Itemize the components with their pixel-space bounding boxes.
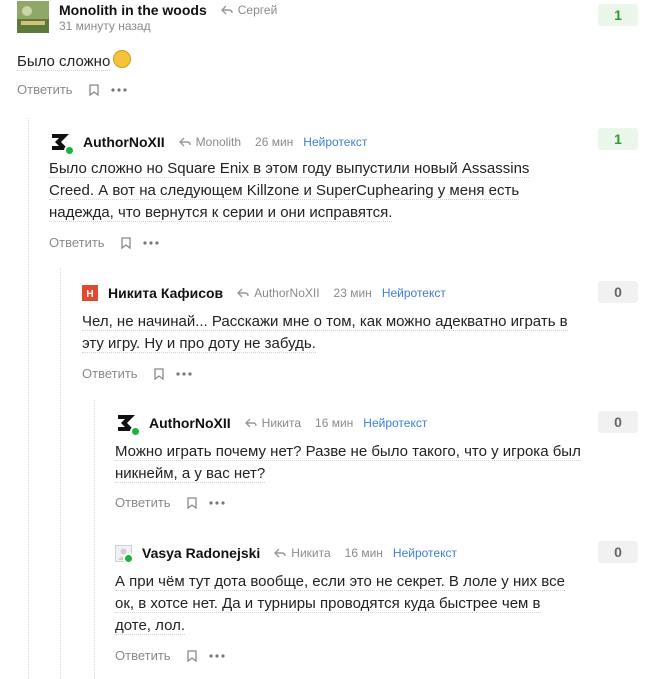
reply-arrow-icon <box>178 137 191 147</box>
letter-avatar-icon: Н <box>82 285 98 301</box>
bookmark-icon[interactable] <box>153 367 164 380</box>
comment-time: 23 мин <box>333 286 372 300</box>
comment-text: Было сложно но Square Enix в этом году в… <box>49 160 530 222</box>
reply-button[interactable]: Ответить <box>115 495 171 510</box>
comment-time: 16 мин <box>315 416 354 430</box>
reply-arrow-icon <box>237 288 249 298</box>
neurotext-badge[interactable]: Нейротекст <box>363 416 427 430</box>
comment-actions: Ответить <box>17 82 127 97</box>
avatar[interactable] <box>115 544 134 564</box>
comment-header: Vasya Radonejski Никита 16 мин Нейротекс… <box>115 542 457 564</box>
comment-score[interactable]: 0 <box>598 281 638 303</box>
reply-to[interactable]: Никита <box>274 546 331 560</box>
bookmark-icon[interactable] <box>186 649 197 662</box>
avatar[interactable] <box>49 130 75 156</box>
comment-text: Чел, не начинай... Расскажи мне о том, к… <box>82 313 568 353</box>
comment-actions: Ответить <box>115 648 225 663</box>
comment-score[interactable]: 0 <box>598 411 638 433</box>
reply-to[interactable]: Monolith <box>178 135 241 149</box>
comment-time: 16 мин <box>344 546 383 560</box>
reply-to[interactable]: AuthorNoXII <box>237 286 320 300</box>
bookmark-icon[interactable] <box>120 236 131 249</box>
reply-button[interactable]: Ответить <box>17 82 73 97</box>
more-dots-icon[interactable] <box>110 87 127 92</box>
avatar[interactable] <box>115 411 141 437</box>
comment-score[interactable]: 1 <box>598 4 638 26</box>
author-name[interactable]: AuthorNoXII <box>83 134 165 150</box>
more-dots-icon[interactable] <box>142 240 159 245</box>
reply-to[interactable]: Сергей <box>220 3 277 17</box>
author-name[interactable]: Monolith in the woods <box>59 2 207 18</box>
comment-text: Было сложно <box>17 50 577 73</box>
thread-line <box>28 118 29 679</box>
neurotext-badge[interactable]: Нейротекст <box>382 286 446 300</box>
reply-button[interactable]: Ответить <box>49 235 105 250</box>
bookmark-icon[interactable] <box>186 496 197 509</box>
bookmark-icon[interactable] <box>88 83 99 96</box>
laughing-emoji-icon <box>113 50 132 68</box>
avatar[interactable]: Н <box>82 285 98 301</box>
more-dots-icon[interactable] <box>208 500 225 505</box>
online-dot <box>64 145 75 156</box>
thread-line <box>94 400 95 679</box>
comment-text: А при чём тут дота вообще, если это не с… <box>115 573 565 635</box>
reply-arrow-icon <box>220 5 233 14</box>
comment-header: Н Никита Кафисов AuthorNoXII 23 мин Нейр… <box>82 282 446 304</box>
comment-actions: Ответить <box>49 235 159 250</box>
online-dot <box>130 426 141 437</box>
author-name[interactable]: Vasya Radonejski <box>142 545 260 561</box>
author-name[interactable]: Никита Кафисов <box>108 285 223 301</box>
comment-header: AuthorNoXII Никита 16 мин Нейротекст <box>115 411 427 437</box>
comment-time: 26 мин <box>255 135 294 149</box>
svg-text:Н: Н <box>86 289 93 300</box>
author-name[interactable]: AuthorNoXII <box>149 415 231 431</box>
comment-text: Можно играть почему нет? Разве не было т… <box>115 443 581 483</box>
comment-actions: Ответить <box>82 366 192 381</box>
comment-header: AuthorNoXII Monolith 26 мин Нейротекст <box>49 130 367 156</box>
thread-line <box>60 268 61 679</box>
more-dots-icon[interactable] <box>208 653 225 658</box>
neurotext-badge[interactable]: Нейротекст <box>303 135 367 149</box>
reply-button[interactable]: Ответить <box>115 648 171 663</box>
comment-time: 31 минуту назад <box>59 18 151 33</box>
comment-actions: Ответить <box>115 495 225 510</box>
reply-arrow-icon <box>274 548 286 558</box>
more-dots-icon[interactable] <box>175 371 192 376</box>
reply-to[interactable]: Никита <box>244 416 301 430</box>
avatar[interactable] <box>17 1 49 33</box>
online-dot <box>123 552 134 564</box>
neurotext-badge[interactable]: Нейротекст <box>393 546 457 560</box>
comment-score[interactable]: 0 <box>598 541 638 563</box>
comment-score[interactable]: 1 <box>598 128 638 150</box>
reply-button[interactable]: Ответить <box>82 366 138 381</box>
landscape-avatar-icon <box>17 1 49 33</box>
reply-arrow-icon <box>244 418 257 428</box>
comment-header: Monolith in the woods Сергей 31 минуту н… <box>17 1 277 33</box>
